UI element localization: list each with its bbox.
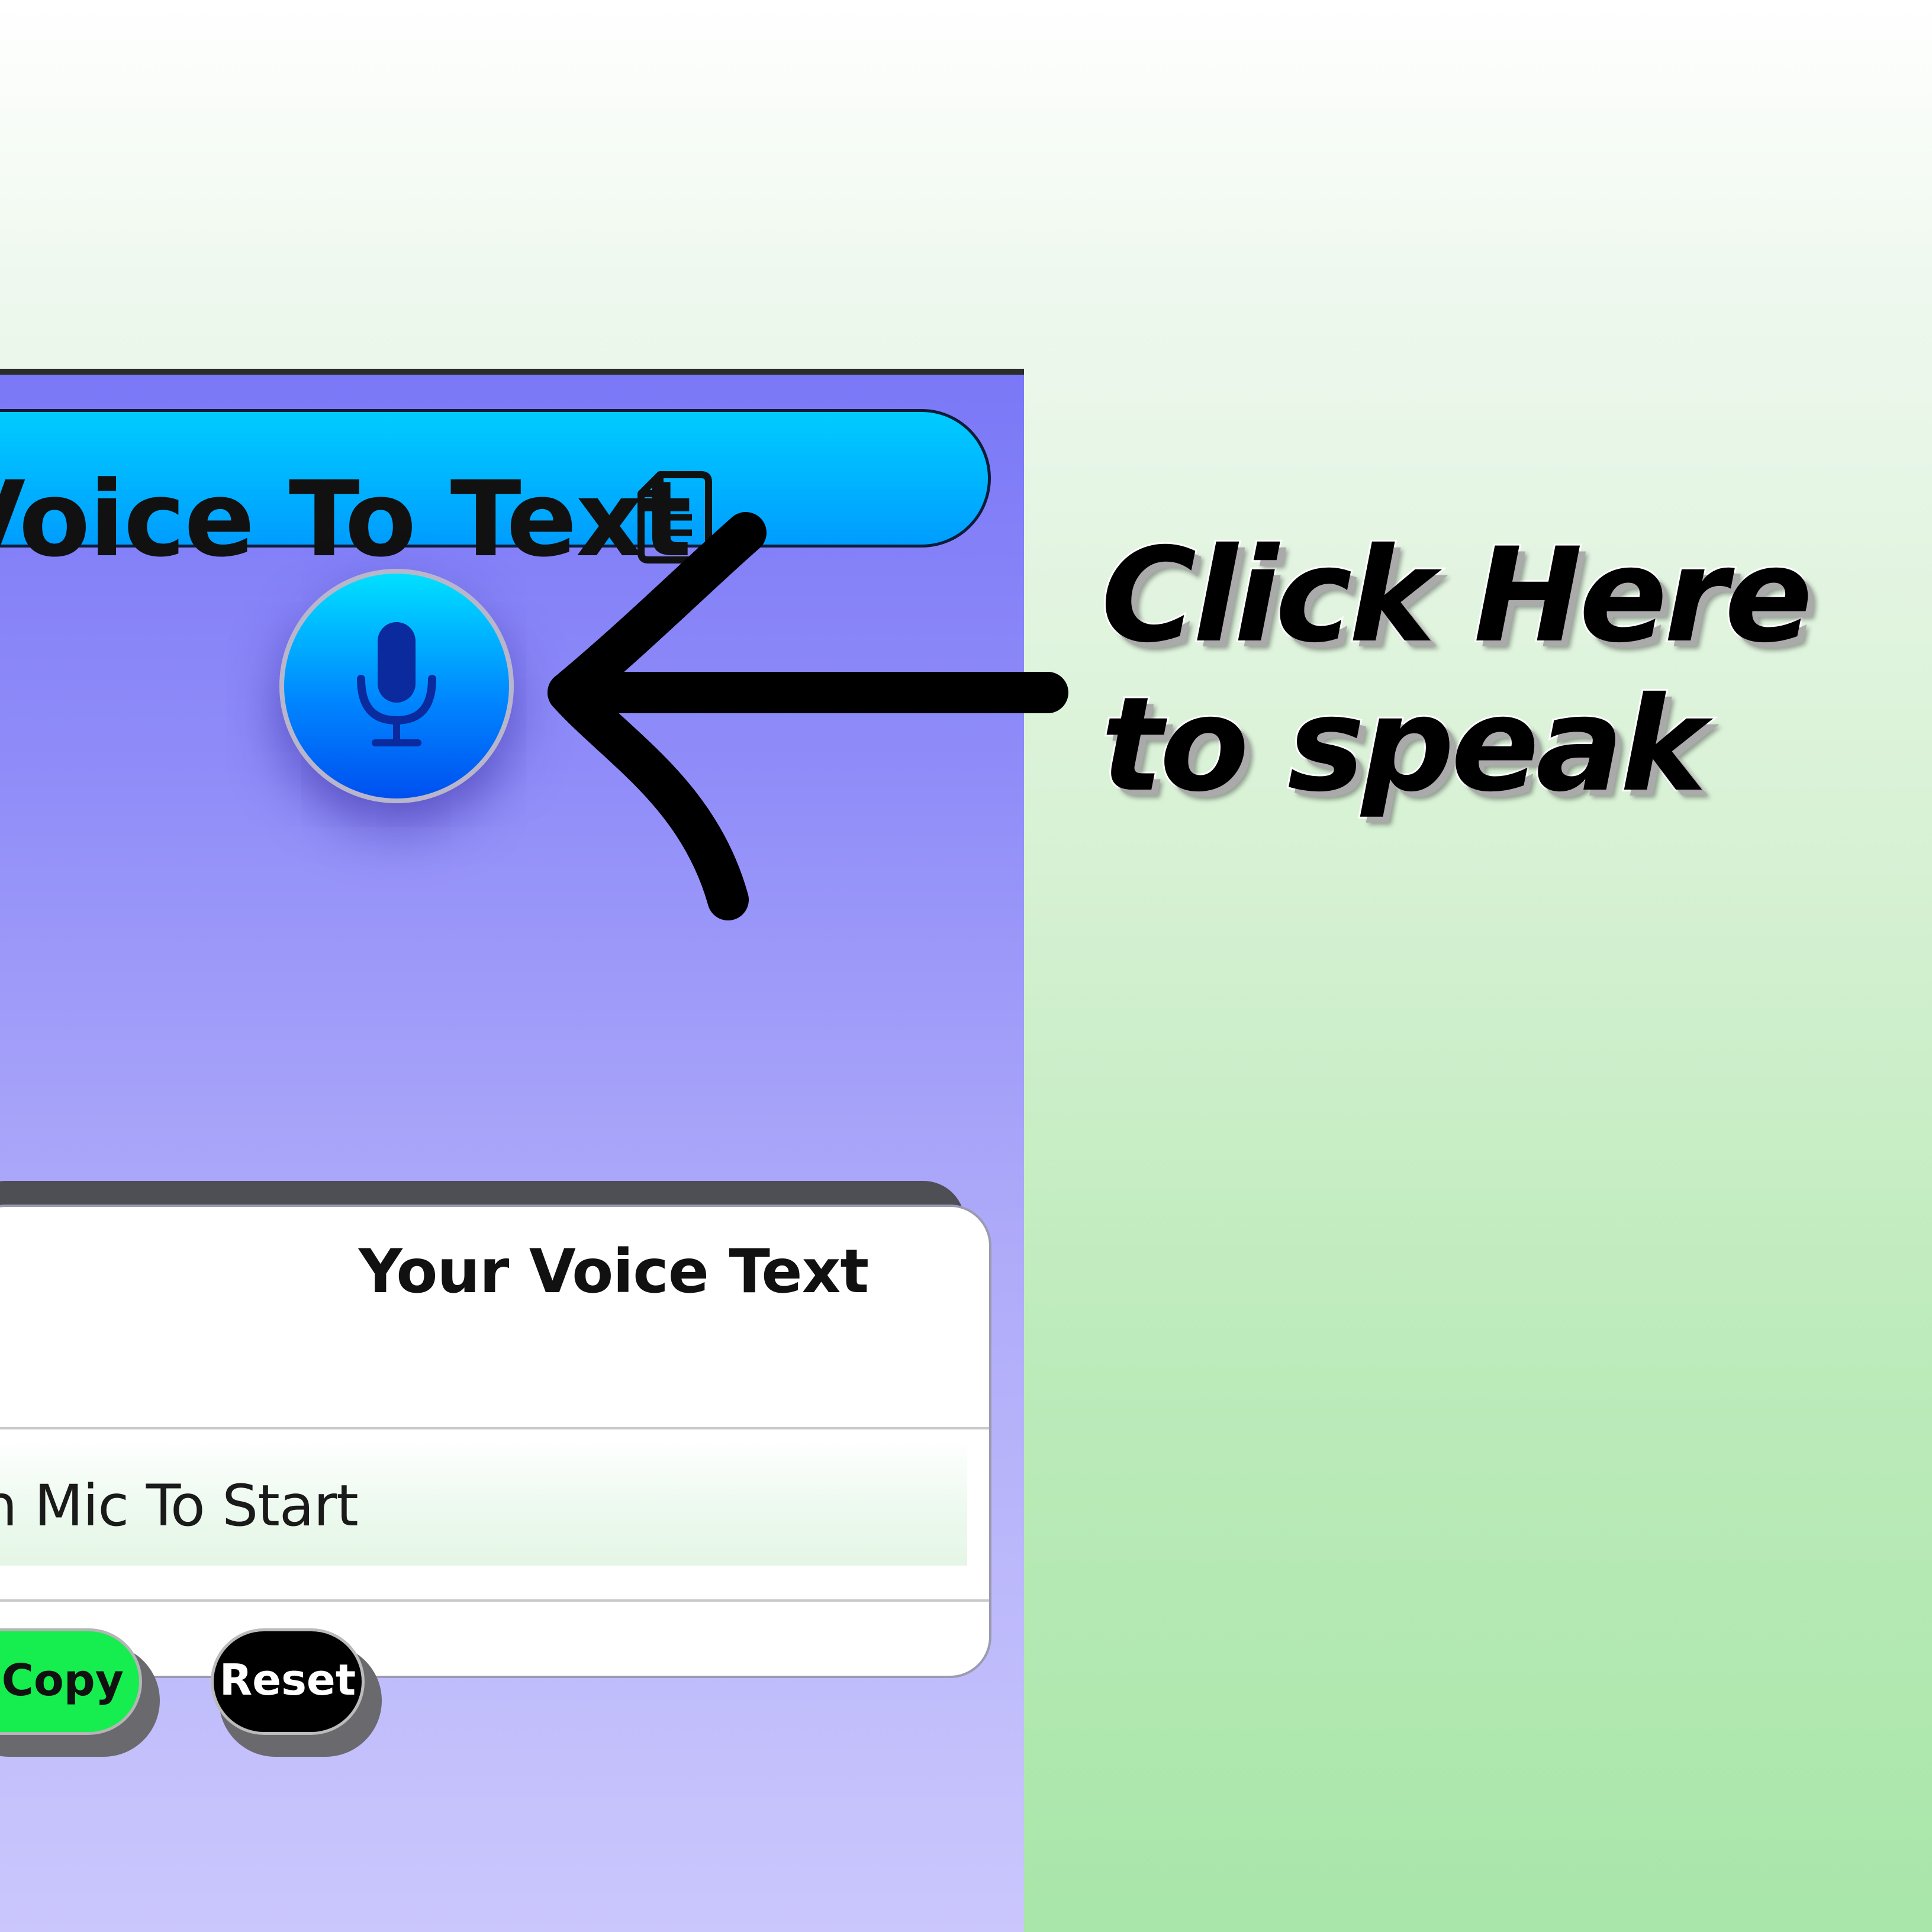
voice-output-field[interactable]: On Mic To Start: [0, 1440, 967, 1566]
microphone-icon: [357, 622, 436, 746]
copy-button[interactable]: Copy: [0, 1628, 142, 1735]
copy-button-label: Copy: [1, 1655, 124, 1706]
callout-text: Click Here to speak: [1099, 519, 1815, 821]
mic-button[interactable]: [279, 569, 514, 803]
voice-text-card: Your Voice Text On Mic To Start: [0, 1205, 991, 1678]
left-arrow-icon: [548, 512, 1068, 920]
divider: [0, 1599, 989, 1602]
reset-button[interactable]: Reset: [211, 1628, 365, 1735]
divider: [0, 1427, 989, 1429]
card-heading: Your Voice Text: [358, 1237, 869, 1307]
reset-button-label: Reset: [219, 1655, 356, 1705]
output-text: On Mic To Start: [0, 1473, 359, 1539]
